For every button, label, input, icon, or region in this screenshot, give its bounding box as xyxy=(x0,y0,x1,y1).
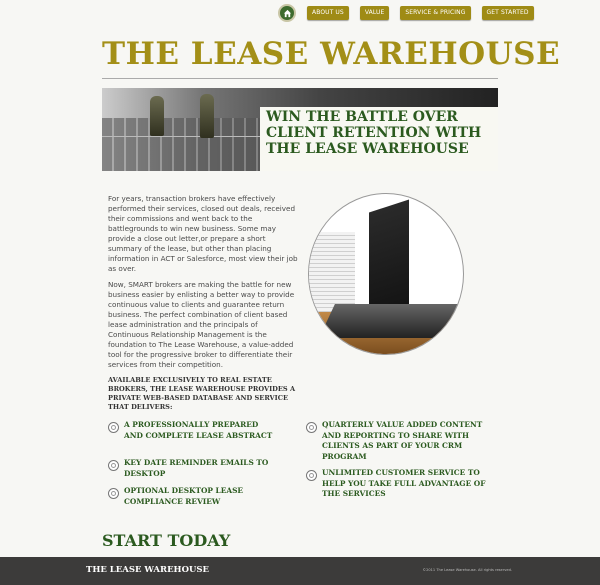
keyboard-edge xyxy=(102,136,262,137)
hero-headline-line: WIN THE BATTLE OVER xyxy=(266,109,458,125)
feature-item: QUARTERLY VALUE ADDED CONTENT AND REPORT… xyxy=(306,420,496,462)
intro-paragraph: Now, SMART brokers are making the battle… xyxy=(108,280,295,369)
feature-text: QUARTERLY VALUE ADDED CONTENT AND REPORT… xyxy=(322,420,483,461)
feature-text: OPTIONAL DESKTOP LEASE COMPLIANCE REVIEW xyxy=(124,486,244,506)
target-bullet-icon xyxy=(108,488,119,499)
feature-item: UNLIMITED CUSTOMER SERVICE TO HELP YOU T… xyxy=(306,468,496,500)
footer-brand: THE LEASE WAREHOUSE xyxy=(86,565,210,575)
nav-about-us[interactable]: ABOUT US xyxy=(307,6,349,20)
hero-headline-line: THE LEASE WAREHOUSE xyxy=(266,141,469,157)
logo-divider xyxy=(102,78,498,79)
feature-item: KEY DATE REMINDER EMAILS TO DESKTOP xyxy=(108,458,298,479)
feature-text: KEY DATE REMINDER EMAILS TO DESKTOP xyxy=(124,458,269,478)
laptop-keyboard xyxy=(319,304,463,338)
target-bullet-icon xyxy=(108,422,119,433)
nav-service-pricing[interactable]: SERVICE & PRICING xyxy=(400,6,471,20)
target-bullet-icon xyxy=(306,470,317,481)
feature-item: A PROFESSIONALLY PREPARED AND COMPLETE L… xyxy=(108,420,278,441)
start-today-link[interactable]: START TODAY xyxy=(102,531,230,550)
feature-text: A PROFESSIONALLY PREPARED AND COMPLETE L… xyxy=(124,420,273,440)
footer-copyright: ©2011 The Lease Warehouse. All rights re… xyxy=(422,568,512,572)
footer: THE LEASE WAREHOUSE ©2011 The Lease Ware… xyxy=(0,557,600,585)
laptop-photo xyxy=(308,193,464,355)
delivers-heading: AVAILABLE EXCLUSIVELY TO REAL ESTATE BRO… xyxy=(108,376,296,411)
target-bullet-icon xyxy=(306,422,317,433)
home-icon xyxy=(283,9,291,17)
nav-value[interactable]: VALUE xyxy=(359,6,390,20)
intro-paragraph: For years, transaction brokers have effe… xyxy=(108,194,298,273)
hero-headline-box: WIN THE BATTLE OVER CLIENT RETENTION WIT… xyxy=(260,107,498,171)
intro-copy: For years, transaction brokers have effe… xyxy=(108,194,298,418)
nav-get-started[interactable]: GET STARTED xyxy=(481,6,534,20)
target-bullet-icon xyxy=(108,460,119,471)
keyboard-image xyxy=(102,118,262,171)
soldier-figure xyxy=(200,94,214,138)
hero-banner: WIN THE BATTLE OVER CLIENT RETENTION WIT… xyxy=(102,88,498,171)
hero-headline-line: CLIENT RETENTION WITH xyxy=(266,125,482,141)
site-logo[interactable]: THE LEASE WAREHOUSE xyxy=(102,36,560,72)
feature-text: UNLIMITED CUSTOMER SERVICE TO HELP YOU T… xyxy=(322,468,486,498)
soldier-figure xyxy=(150,96,164,136)
top-nav: ABOUT US VALUE SERVICE & PRICING GET STA… xyxy=(278,4,534,22)
feature-item: OPTIONAL DESKTOP LEASE COMPLIANCE REVIEW xyxy=(108,486,288,507)
home-button[interactable] xyxy=(278,4,296,22)
